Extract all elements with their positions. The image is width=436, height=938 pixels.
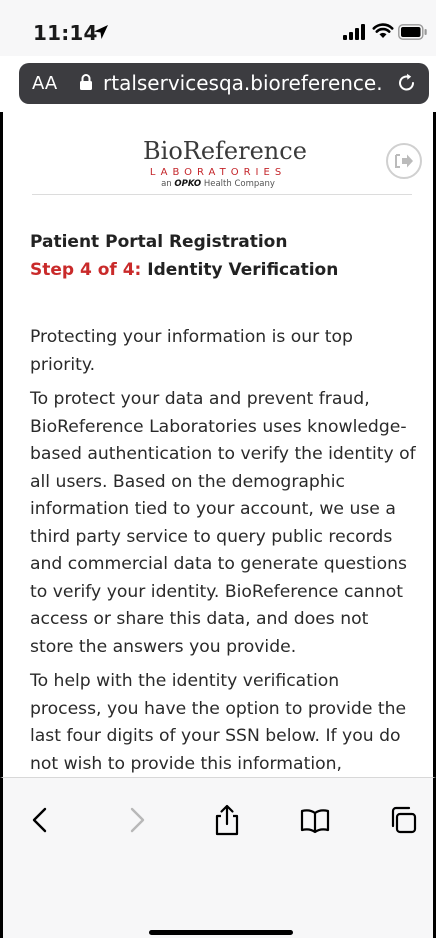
page-title: Patient Portal Registration [30, 232, 288, 252]
web-page: BioReference LABORATORIES an OPKO Health… [0, 112, 436, 777]
aa-label: AA [32, 73, 58, 94]
logo-name: BioReference [143, 137, 307, 165]
step-label: Step 4 of 4: [30, 260, 142, 280]
logo-tagline: an OPKO Health Company [143, 179, 293, 189]
tabs-icon[interactable] [387, 804, 419, 836]
location-arrow-icon [94, 25, 108, 39]
intro-text: Protecting your information is our top p… [30, 324, 416, 777]
bioreference-logo: BioReference LABORATORIES an OPKO Health… [143, 137, 307, 189]
status-time: 11:14 [33, 21, 98, 45]
signal-bars-icon [343, 24, 365, 40]
url-text[interactable]: rtalservicesqa.bioreference.com [103, 71, 383, 95]
logo-laboratories: LABORATORIES [149, 167, 287, 178]
wifi-icon [372, 23, 394, 38]
sign-out-icon [395, 154, 413, 168]
reader-aa-button[interactable]: AA [32, 73, 57, 94]
logout-button[interactable] [386, 143, 422, 179]
share-icon[interactable] [211, 804, 243, 836]
header-divider [32, 194, 412, 195]
reload-icon[interactable] [396, 72, 418, 94]
forward-icon[interactable] [120, 804, 152, 836]
logo-tagline-brand: OPKO [174, 179, 202, 189]
bookmarks-icon[interactable] [299, 804, 331, 836]
address-bar[interactable]: AA rtalservicesqa.bioreference.com [19, 63, 429, 104]
status-bar: 11:14 [0, 0, 436, 56]
logo-tagline-suffix: Health Company [203, 179, 275, 189]
step-name: Identity Verification [147, 260, 339, 280]
browser-toolbar [0, 777, 436, 938]
paragraph: To help with the identity verification p… [30, 671, 407, 774]
lock-icon [80, 74, 92, 90]
back-icon[interactable] [25, 804, 57, 836]
paragraph: Protecting your information is our top p… [30, 327, 353, 375]
paragraph: To protect your data and prevent fraud, … [30, 389, 416, 657]
step-indicator: Step 4 of 4: Identity Verification [30, 260, 338, 280]
logo-tagline-prefix: an [161, 179, 172, 189]
battery-icon [398, 24, 427, 40]
home-indicator [149, 930, 293, 935]
